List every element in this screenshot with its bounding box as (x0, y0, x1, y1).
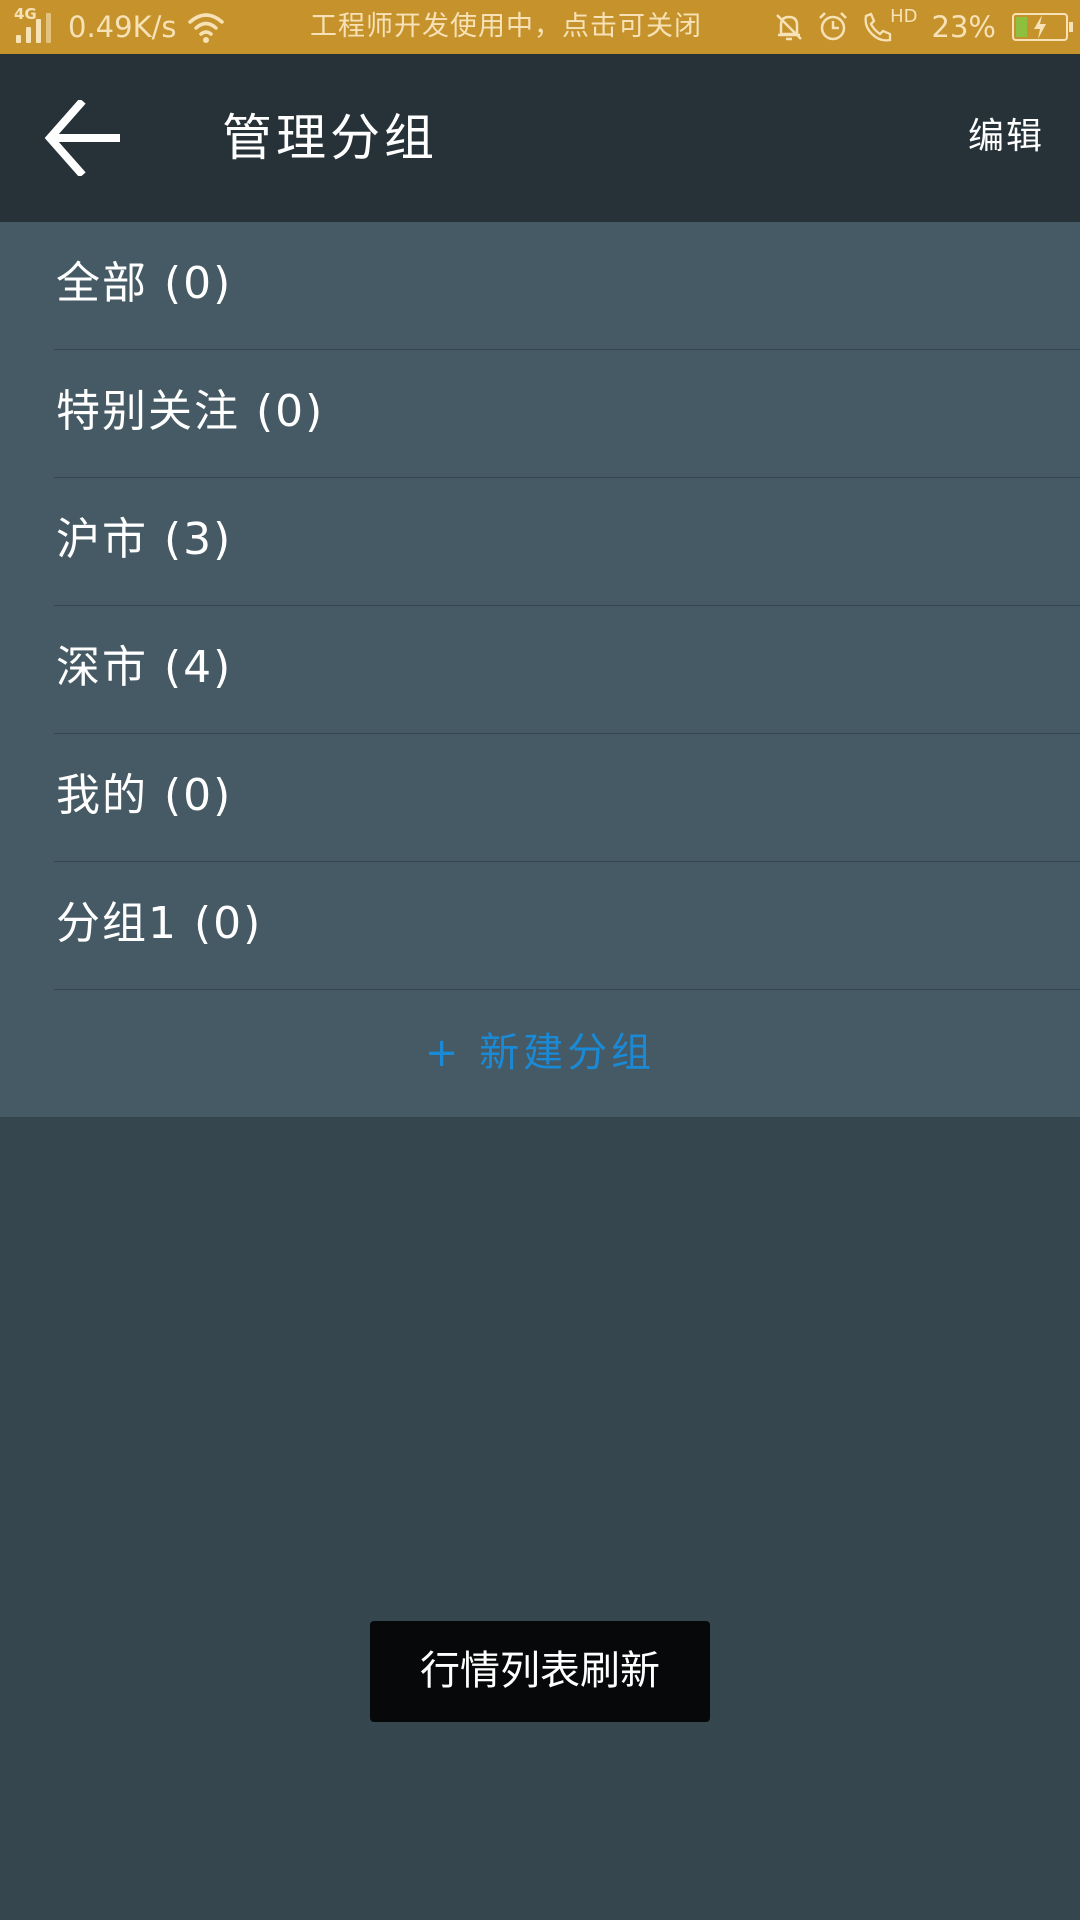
bolt-icon (1034, 15, 1046, 39)
group-item-all[interactable]: 全部 (0) (54, 222, 1080, 350)
battery-level-fill (1016, 17, 1027, 37)
group-item-group1[interactable]: 分组1 (0) (54, 862, 1080, 990)
app-bar: 管理分组 编辑 (0, 54, 1080, 222)
status-left: 4G 0.49K/s (14, 0, 226, 54)
bell-off-icon (776, 14, 803, 41)
status-right: HD 23% (762, 0, 1073, 54)
battery-charging-icon (1012, 13, 1073, 41)
edit-button[interactable]: 编辑 (968, 112, 1044, 162)
group-list: 全部 (0) 特别关注 (0) 沪市 (3) 深市 (4) 我的 (0) 分组1… (0, 222, 1080, 1117)
group-item-shenzhen[interactable]: 深市 (4) (54, 606, 1080, 734)
wifi-icon (188, 13, 225, 43)
group-label: 深市 (4) (56, 642, 233, 693)
new-group-button[interactable]: + 新建分组 (0, 990, 1080, 1117)
group-label: 全部 (0) (56, 258, 233, 309)
group-item-mine[interactable]: 我的 (0) (54, 734, 1080, 862)
toast-message: 行情列表刷新 (370, 1621, 710, 1722)
hd-label: HD (890, 6, 918, 27)
group-label: 我的 (0) (56, 770, 233, 821)
arrow-left-icon[interactable] (44, 100, 124, 176)
group-label: 沪市 (3) (56, 514, 233, 565)
signal-icon: 4G (14, 5, 56, 47)
network-speed: 0.49K/s (68, 10, 177, 44)
status-bar: 4G 0.49K/s 工程师开发使用中，点击可关闭 HD 23% (0, 0, 1080, 54)
battery-percent: 23% (931, 10, 996, 44)
hd-call-icon (864, 12, 892, 42)
group-label: 特别关注 (0) (56, 386, 325, 437)
network-type: 4G (14, 5, 37, 23)
group-label: 分组1 (0) (56, 898, 263, 949)
page-title: 管理分组 (222, 109, 438, 167)
developer-notice[interactable]: 工程师开发使用中，点击可关闭 (310, 0, 702, 54)
alarm-icon (819, 12, 848, 41)
group-item-shanghai[interactable]: 沪市 (3) (54, 478, 1080, 606)
group-item-special[interactable]: 特别关注 (0) (54, 350, 1080, 478)
